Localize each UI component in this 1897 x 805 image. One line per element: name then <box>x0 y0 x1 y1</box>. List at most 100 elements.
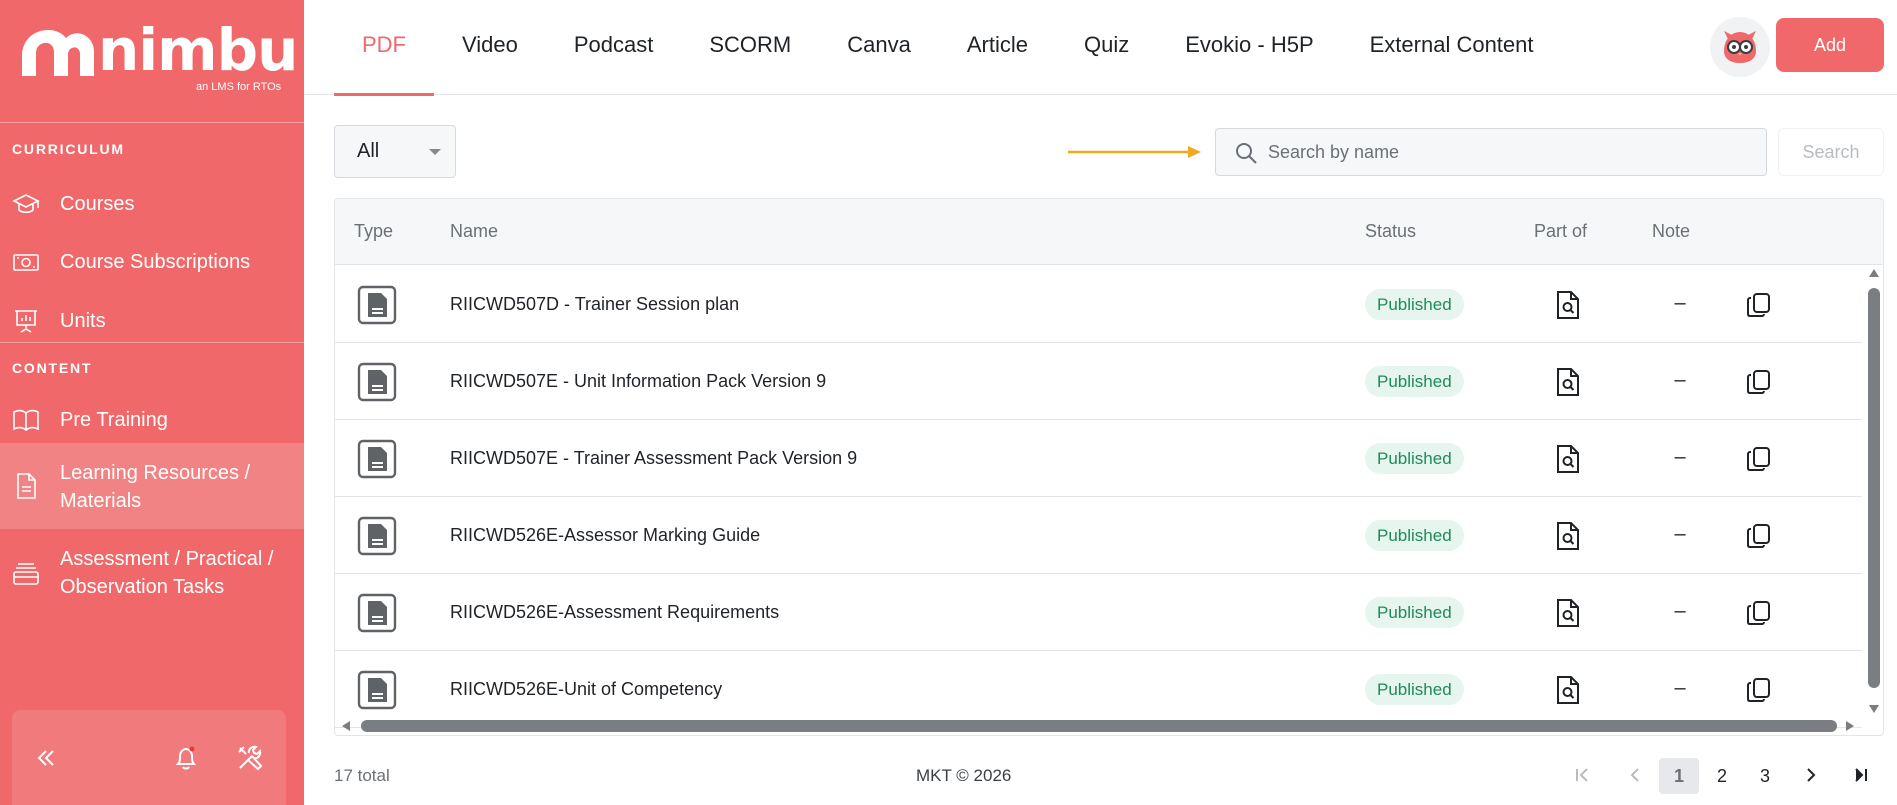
owl-avatar-icon <box>1724 31 1756 63</box>
table-row[interactable]: RIICWD526E-Assessor Marking Guide Publish… <box>335 497 1862 574</box>
tab-pdf[interactable]: PDF <box>334 0 434 96</box>
avatar[interactable] <box>1710 17 1770 77</box>
sidebar-item-assessment[interactable]: Assessment / Practical / Observation Tas… <box>0 530 304 616</box>
page-button-1[interactable]: 1 <box>1659 758 1699 794</box>
tab-evokio-h5p[interactable]: Evokio - H5P <box>1157 0 1341 95</box>
tab-canva[interactable]: Canva <box>819 0 939 95</box>
search-button[interactable]: Search <box>1778 128 1884 176</box>
page-button-2[interactable]: 2 <box>1702 758 1742 794</box>
vertical-scrollbar[interactable] <box>1864 266 1883 716</box>
table-row[interactable]: RIICWD526E-Assessment Requirements Publis… <box>335 574 1862 651</box>
last-page-button[interactable] <box>1841 758 1881 794</box>
sidebar-item-course-subscriptions[interactable]: Course Subscriptions <box>0 238 304 286</box>
resource-name[interactable]: RIICWD507E - Unit Information Pack Versi… <box>450 343 826 420</box>
resource-name[interactable]: RIICWD526E-Assessment Requirements <box>450 574 779 651</box>
table-row[interactable]: RIICWD507E - Unit Information Pack Versi… <box>335 343 1862 420</box>
stack-icon <box>13 563 39 585</box>
app-root: nimbu an LMS for RTOs CURRICULUM Courses… <box>0 0 1897 805</box>
sidebar-item-label: Observation Tasks <box>60 576 225 598</box>
vertical-scrollbar-thumb[interactable] <box>1868 288 1880 688</box>
section-label-curriculum: CURRICULUM <box>12 141 125 157</box>
resources-table: Type Name Status Part of Note RIICWD507D… <box>334 198 1884 736</box>
column-header-part-of[interactable]: Part of <box>1534 199 1587 263</box>
pdf-document-icon <box>357 285 397 325</box>
page-button-3[interactable]: 3 <box>1745 758 1785 794</box>
collapse-sidebar-icon[interactable] <box>30 742 62 774</box>
status-badge: Published <box>1365 366 1464 397</box>
top-bar: PDF Video Podcast SCORM Canva Article Qu… <box>304 0 1897 96</box>
sidebar-item-label: Learning Resources / <box>60 462 251 484</box>
copy-icon[interactable] <box>1745 676 1773 704</box>
sidebar-item-label: Pre Training <box>60 409 168 431</box>
copy-icon[interactable] <box>1745 522 1773 550</box>
section-label-content: CONTENT <box>12 360 93 376</box>
pdf-document-icon <box>357 593 397 633</box>
tab-scorm[interactable]: SCORM <box>681 0 819 95</box>
filter-select[interactable]: All <box>334 125 456 178</box>
copy-icon[interactable] <box>1745 291 1773 319</box>
table-row[interactable]: RIICWD507D - Trainer Session plan Publish… <box>335 266 1862 343</box>
scroll-left-icon[interactable] <box>341 720 351 732</box>
document-search-icon[interactable] <box>1555 290 1581 320</box>
sidebar-item-learning-resources[interactable]: Learning Resources / Materials <box>0 443 304 529</box>
last-page-icon <box>1855 768 1867 782</box>
pdf-document-icon <box>357 670 397 710</box>
next-page-button[interactable] <box>1791 758 1831 794</box>
sidebar-item-label: Units <box>60 310 106 332</box>
note-value: – <box>1674 523 1686 545</box>
tab-article[interactable]: Article <box>939 0 1056 95</box>
document-icon <box>17 473 36 499</box>
status-badge: Published <box>1365 674 1464 705</box>
scroll-up-icon[interactable] <box>1868 268 1880 278</box>
document-search-icon[interactable] <box>1555 598 1581 628</box>
search-field[interactable] <box>1215 128 1767 176</box>
document-search-icon[interactable] <box>1555 521 1581 551</box>
status-badge: Published <box>1365 520 1464 551</box>
sidebar-divider <box>0 122 304 123</box>
previous-page-button[interactable] <box>1615 758 1655 794</box>
column-header-name[interactable]: Name <box>450 199 498 263</box>
scroll-down-icon[interactable] <box>1868 704 1880 714</box>
sidebar-item-courses[interactable]: Courses <box>0 180 304 228</box>
tab-video[interactable]: Video <box>434 0 546 95</box>
bell-icon[interactable] <box>170 742 202 774</box>
note-value: – <box>1674 600 1686 622</box>
total-count: 17 total <box>334 766 390 785</box>
open-book-icon <box>13 409 39 431</box>
add-button[interactable]: Add <box>1776 18 1884 72</box>
status-badge: Published <box>1365 597 1464 628</box>
copy-icon[interactable] <box>1745 445 1773 473</box>
sidebar-item-units[interactable]: Units <box>0 297 304 345</box>
tab-quiz[interactable]: Quiz <box>1056 0 1157 95</box>
document-search-icon[interactable] <box>1555 367 1581 397</box>
resource-name[interactable]: RIICWD507E - Trainer Assessment Pack Ver… <box>450 420 857 497</box>
sidebar-item-label: Materials <box>60 490 142 512</box>
resource-name[interactable]: RIICWD526E-Assessor Marking Guide <box>450 497 760 574</box>
column-header-status[interactable]: Status <box>1365 199 1416 263</box>
document-search-icon[interactable] <box>1555 675 1581 705</box>
first-page-button[interactable] <box>1562 758 1602 794</box>
chevron-right-icon <box>1807 768 1816 782</box>
column-header-type[interactable]: Type <box>354 199 393 263</box>
scroll-right-icon[interactable] <box>1845 720 1855 732</box>
resource-name[interactable]: RIICWD507D - Trainer Session plan <box>450 266 739 343</box>
copy-icon[interactable] <box>1745 599 1773 627</box>
sidebar-item-label: Courses <box>60 193 135 215</box>
copy-icon[interactable] <box>1745 368 1773 396</box>
sidebar-item-label: Assessment / Practical / <box>60 548 274 570</box>
tab-podcast[interactable]: Podcast <box>546 0 682 95</box>
horizontal-scrollbar-thumb[interactable] <box>361 720 1837 732</box>
tab-external-content[interactable]: External Content <box>1342 0 1562 95</box>
column-header-note[interactable]: Note <box>1652 199 1690 263</box>
pdf-document-icon <box>357 439 397 479</box>
table-row[interactable]: RIICWD507E - Trainer Assessment Pack Ver… <box>335 420 1862 497</box>
brand-name: nimbu <box>98 16 298 84</box>
search-input[interactable] <box>1268 129 1748 175</box>
document-search-icon[interactable] <box>1555 444 1581 474</box>
tools-icon[interactable] <box>234 742 266 774</box>
horizontal-scrollbar[interactable] <box>335 715 1883 735</box>
presentation-board-icon <box>15 310 37 333</box>
brand-tagline: an LMS for RTOs <box>196 81 282 93</box>
sidebar-item-pre-training[interactable]: Pre Training <box>0 396 304 444</box>
cloud-logo-icon <box>22 30 94 76</box>
